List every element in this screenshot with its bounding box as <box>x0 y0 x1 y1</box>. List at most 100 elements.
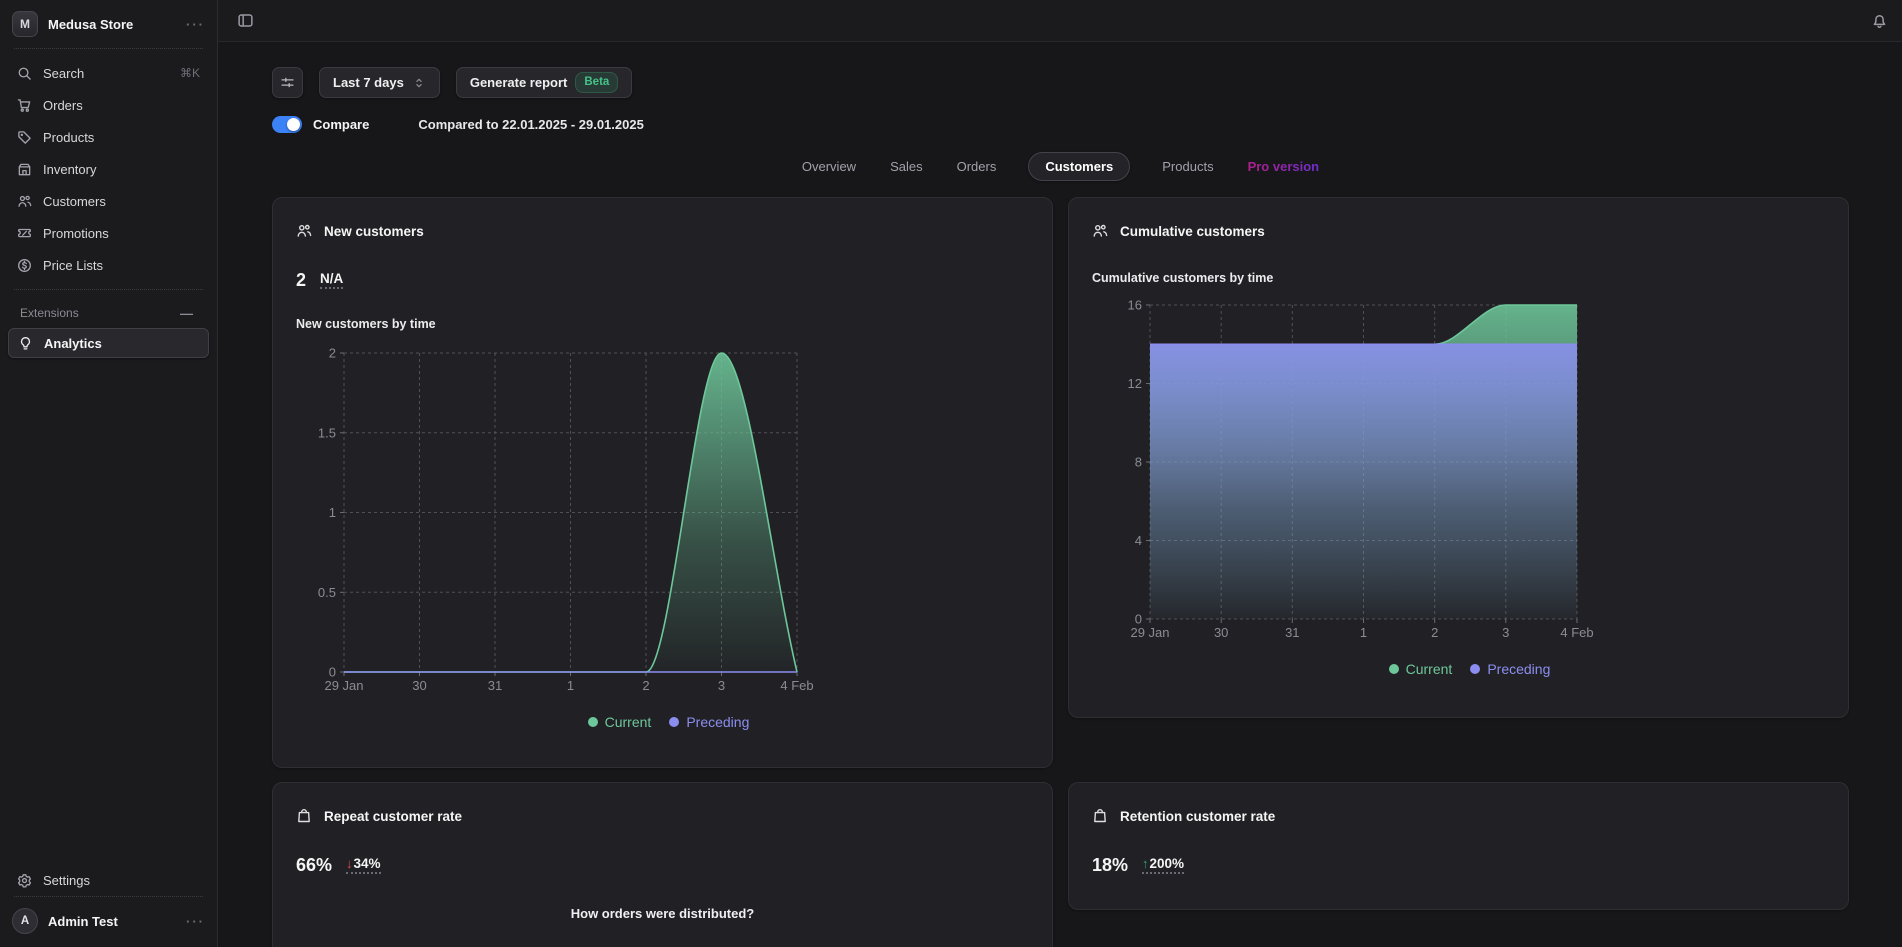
sidebar-item-label: Orders <box>43 97 83 113</box>
svg-text:1: 1 <box>329 505 336 520</box>
cumulative-customers-card: Cumulative customers Cumulative customer… <box>1068 197 1849 718</box>
compare-toggle[interactable] <box>272 116 302 133</box>
svg-text:31: 31 <box>1285 625 1299 640</box>
new-customers-card: New customers 2 N/A New customers by tim… <box>272 197 1053 768</box>
topbar <box>218 0 1902 42</box>
tab-sales[interactable]: Sales <box>888 159 925 174</box>
customers-users-icon <box>17 194 32 209</box>
users-icon <box>296 223 312 239</box>
legend-dot <box>587 717 598 727</box>
store-more-options-icon[interactable]: ··· <box>186 18 205 31</box>
store-avatar: M <box>12 11 38 37</box>
orders-cart-icon <box>17 98 32 113</box>
sidebar-item-label: Inventory <box>43 161 97 177</box>
store-menu[interactable]: M Medusa Store ··· <box>0 0 217 48</box>
user-menu[interactable]: A Admin Test ··· <box>0 897 217 947</box>
tab-orders[interactable]: Orders <box>955 159 999 174</box>
sidebar-item-label: Customers <box>43 193 106 209</box>
svg-text:30: 30 <box>412 678 426 693</box>
generate-report-button[interactable]: Generate report Beta <box>455 67 633 98</box>
price-lists-dollar-icon <box>17 258 32 273</box>
retention-rate-change: ↑ 200% <box>1142 856 1185 874</box>
date-range-value: Last 7 days <box>333 75 404 90</box>
new-customers-value: 2 <box>296 269 307 290</box>
arrow-up-icon: ↑ <box>1142 856 1149 871</box>
sidebar-item-analytics[interactable]: Analytics <box>8 328 209 358</box>
tab-pro-version[interactable]: Pro version <box>1246 159 1322 174</box>
legend-item-preceding: Preceding <box>669 714 749 730</box>
chart-legend: Current Preceding <box>1114 661 1825 677</box>
tab-products[interactable]: Products <box>1160 159 1215 174</box>
users-icon <box>1092 223 1108 239</box>
controls-row: Last 7 days Generate report Beta <box>272 67 1849 98</box>
filter-button[interactable] <box>272 67 303 98</box>
sidebar-item-label: Analytics <box>44 335 102 351</box>
chart-subtitle: New customers by time <box>296 317 436 331</box>
analytics-page: Last 7 days Generate report Beta Compare… <box>218 42 1902 947</box>
svg-text:31: 31 <box>488 678 502 693</box>
svg-text:4 Feb: 4 Feb <box>780 678 813 693</box>
svg-text:3: 3 <box>1502 625 1509 640</box>
keyboard-shortcut: ⌘K <box>179 66 200 80</box>
bell-icon[interactable] <box>1871 12 1888 29</box>
lightbulb-icon <box>18 336 33 351</box>
svg-text:29 Jan: 29 Jan <box>1130 625 1169 640</box>
generate-report-label: Generate report <box>469 75 568 90</box>
user-name: Admin Test <box>48 913 118 929</box>
svg-text:16: 16 <box>1128 298 1142 313</box>
sidebar-item-settings[interactable]: Settings <box>8 864 209 896</box>
user-avatar: A <box>12 908 38 934</box>
sidebar-item-label: Settings <box>43 872 90 888</box>
promotions-ticket-icon <box>17 226 32 241</box>
store-name: Medusa Store <box>48 16 134 32</box>
legend-dot <box>669 717 680 727</box>
repeat-customer-rate-card: Repeat customer rate 66% ↓ 34% How orders… <box>272 782 1053 947</box>
card-title: Retention customer rate <box>1120 808 1276 824</box>
user-more-options-icon[interactable]: ··· <box>186 915 205 928</box>
svg-text:0.5: 0.5 <box>318 585 336 600</box>
repeat-rate-change: ↓ 34% <box>346 856 381 874</box>
svg-text:12: 12 <box>1128 376 1142 391</box>
inventory-building-icon <box>17 162 32 177</box>
sidebar-item-promotions[interactable]: Promotions <box>8 217 209 249</box>
sidebar-item-label: Price Lists <box>43 257 103 273</box>
chart-subtitle: Cumulative customers by time <box>1092 271 1274 285</box>
sidebar-item-label: Search <box>43 65 85 81</box>
card-title: Repeat customer rate <box>324 808 463 824</box>
extensions-label: Extensions <box>20 306 79 320</box>
orders-distribution-question: How orders were distributed? <box>570 906 755 921</box>
date-range-select[interactable]: Last 7 days <box>319 67 440 98</box>
legend-item-preceding: Preceding <box>1470 661 1550 677</box>
panel-left-icon[interactable] <box>237 12 254 29</box>
chart-canvas: 00.511.5229 Jan 30 31 1 2 3 4 Feb <box>318 346 814 694</box>
svg-text:4 Feb: 4 Feb <box>1560 625 1593 640</box>
sidebar-item-inventory[interactable]: Inventory <box>8 153 209 185</box>
shopping-bag-icon <box>1092 808 1108 824</box>
cards-grid: New customers 2 N/A New customers by tim… <box>272 197 1849 947</box>
chart-canvas: 048121629 Jan 30 31 1 2 3 4 Feb <box>1128 298 1594 641</box>
search-icon <box>17 66 32 81</box>
legend-dot <box>1388 664 1399 674</box>
tab-overview[interactable]: Overview <box>800 159 858 174</box>
sidebar-item-search[interactable]: Search ⌘K <box>8 57 209 89</box>
repeat-rate-value: 66% <box>296 854 333 875</box>
sidebar-nav: Search ⌘K Orders Products Inventory Customers… <box>0 49 217 289</box>
retention-customer-rate-card: Retention customer rate 18% ↑ 200% <box>1068 782 1849 910</box>
sidebar-item-label: Products <box>43 129 95 145</box>
legend-item-current: Current <box>587 714 651 730</box>
sidebar-item-price-lists[interactable]: Price Lists <box>8 249 209 281</box>
compare-row: Compare Compared to 22.01.2025 - 29.01.2… <box>272 116 1849 133</box>
collapse-extensions-icon[interactable]: — <box>180 307 193 320</box>
sidebar-item-customers[interactable]: Customers <box>8 185 209 217</box>
svg-text:3: 3 <box>718 678 725 693</box>
arrow-down-icon: ↓ <box>346 856 353 871</box>
chart-legend: Current Preceding <box>308 714 1029 730</box>
main-area: Last 7 days Generate report Beta Compare… <box>218 0 1902 947</box>
svg-text:1: 1 <box>567 678 574 693</box>
sidebar-item-orders[interactable]: Orders <box>8 89 209 121</box>
extensions-list: Analytics <box>0 328 217 358</box>
sidebar-bottom: Settings <box>0 856 217 896</box>
sidebar-item-products[interactable]: Products <box>8 121 209 153</box>
sidebar-item-label: Promotions <box>43 225 109 241</box>
tab-customers[interactable]: Customers <box>1028 151 1131 181</box>
